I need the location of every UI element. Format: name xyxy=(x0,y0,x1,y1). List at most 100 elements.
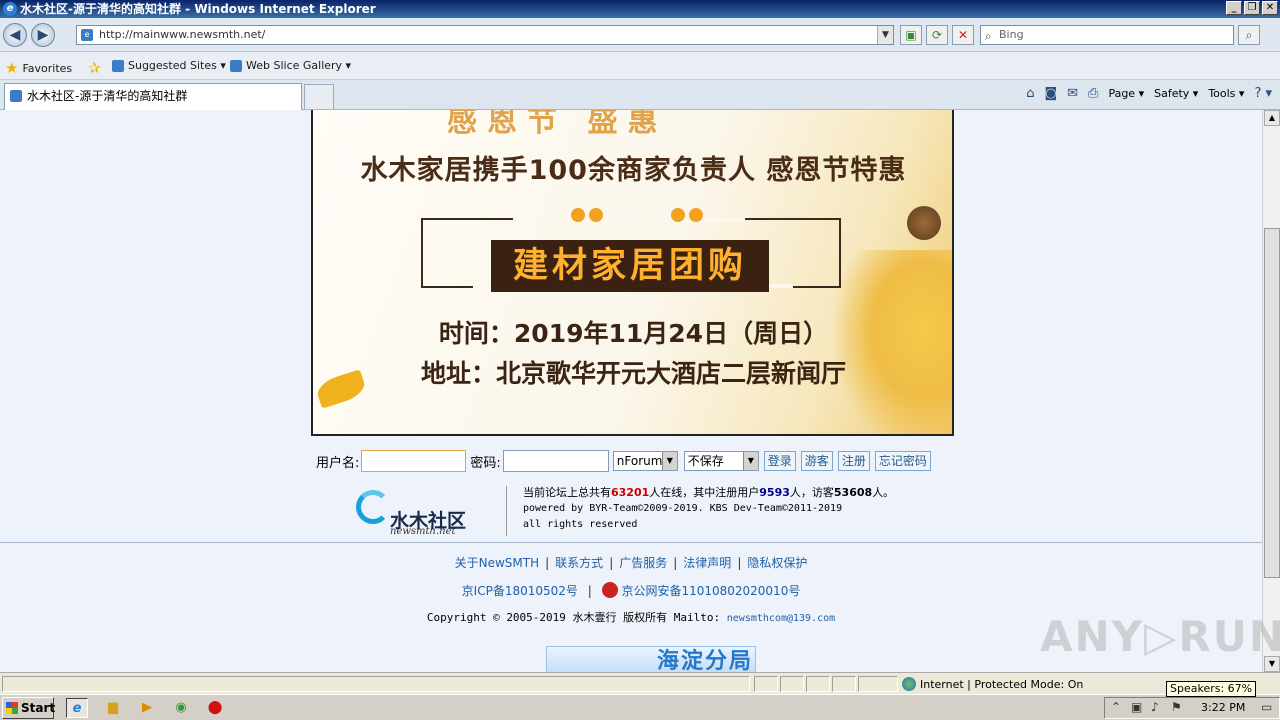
show-desktop-icon[interactable]: ▭ xyxy=(1261,700,1272,714)
explorer-folder-icon[interactable]: ▆ xyxy=(102,698,124,718)
minimize-button[interactable]: _ xyxy=(1226,1,1242,15)
search-go-icon[interactable]: ⌕ xyxy=(1238,25,1260,45)
footer-link-about[interactable]: 关于NewSMTH xyxy=(455,556,540,570)
username-input[interactable] xyxy=(361,450,467,472)
safety-menu[interactable]: Safety ▾ xyxy=(1154,87,1198,100)
login-button[interactable]: 登录 xyxy=(763,451,796,471)
feeds-icon[interactable]: ◙ xyxy=(1045,86,1058,101)
police-ad-banner[interactable]: 海淀分局 xyxy=(546,646,756,672)
mail-icon[interactable]: ✉ xyxy=(1067,86,1078,101)
banner-top-text: 感恩节 盛惠 xyxy=(447,110,668,139)
tab-label: 水木社区-源于清华的高知社群 xyxy=(27,89,188,103)
status-cell xyxy=(858,676,898,692)
address-bar[interactable]: e http://mainwww.newsmth.net/ ▼ xyxy=(76,25,894,45)
address-toolbar: ◀ ▶ e http://mainwww.newsmth.net/ ▼ ▣ ⟳ … xyxy=(0,18,1280,52)
internet-zone-icon xyxy=(902,677,916,691)
favorites-button[interactable]: ★ Favorites xyxy=(5,59,72,77)
tab-favicon-icon xyxy=(10,90,22,102)
add-favorite-icon[interactable]: ✰ xyxy=(88,59,101,77)
close-button[interactable]: ✕ xyxy=(1262,1,1278,15)
footer-link-contact[interactable]: 联系方式 xyxy=(555,556,603,570)
speaker-icon[interactable]: ♪ xyxy=(1151,700,1159,714)
stats-suffix: 人。 xyxy=(872,486,895,499)
save-select-value: 不保存 xyxy=(687,454,724,468)
scroll-thumb[interactable] xyxy=(1264,228,1280,578)
status-cell xyxy=(2,676,750,692)
stats-mid2: 人，访客 xyxy=(789,486,834,499)
command-bar: ⌂ ◙ ✉ ⎙ Page ▾ Safety ▾ Tools ▾ ? ▾ xyxy=(1026,86,1272,101)
footer-link-legal[interactable]: 法律声明 xyxy=(683,556,731,570)
address-dropdown-icon[interactable]: ▼ xyxy=(877,26,893,44)
ad-text: 海淀分局 xyxy=(657,649,754,672)
home-icon[interactable]: ⌂ xyxy=(1026,86,1034,101)
start-button[interactable]: Start xyxy=(2,697,55,719)
search-input[interactable]: ⌕ Bing xyxy=(980,25,1234,45)
stats-prefix: 当前论坛上总共有 xyxy=(523,486,611,499)
anyrun-watermark: ANY▷RUN xyxy=(1040,612,1280,661)
ie-taskbar-icon[interactable]: e xyxy=(66,698,88,718)
window-controls: _ ❐ ✕ xyxy=(1226,1,1278,15)
tools-menu[interactable]: Tools ▾ xyxy=(1208,87,1244,100)
forum-select-value: nForum xyxy=(616,454,663,468)
email-link[interactable]: newsmthcom@139.com xyxy=(727,613,835,624)
forward-button[interactable]: ▶ xyxy=(31,23,55,47)
guest-button[interactable]: 游客 xyxy=(800,451,833,471)
stats-mid: 人在线，其中注册用户 xyxy=(649,486,760,499)
security-zone[interactable]: Internet | Protected Mode: On xyxy=(902,677,1083,691)
window-title-bar: e 水木社区-源于清华的高知社群 - Windows Internet Expl… xyxy=(0,0,1280,18)
print-icon[interactable]: ⎙ xyxy=(1088,86,1098,101)
vertical-scrollbar[interactable]: ▲ ▼ xyxy=(1262,110,1280,672)
persimmon-icon xyxy=(589,208,603,222)
site-logo[interactable]: 水木社区 newsmth.net xyxy=(354,486,494,538)
icp-link[interactable]: 京ICP备18010502号 xyxy=(462,584,578,598)
divider xyxy=(506,486,507,536)
guest-count: 53608 xyxy=(833,486,873,499)
network-icon[interactable]: ▣ xyxy=(1131,700,1142,714)
web-slice-gallery-label: Web Slice Gallery ▾ xyxy=(246,59,352,72)
footer-registration: 京ICP备18010502号 | 京公网安备11010802020010号 xyxy=(0,582,1262,599)
stop-icon[interactable]: ✕ xyxy=(952,25,974,45)
opera-icon[interactable]: ⬤ xyxy=(204,698,226,718)
system-tray: ⌃ ▣ ♪ ⚑ 3:22 PM ▭ xyxy=(1104,697,1280,719)
separator: | xyxy=(587,584,592,598)
media-player-icon[interactable]: ▶ xyxy=(136,698,158,718)
suggested-sites-link[interactable]: Suggested Sites ▾ xyxy=(112,59,226,72)
tray-expand-icon[interactable]: ⌃ xyxy=(1111,700,1121,714)
scroll-up-icon[interactable]: ▲ xyxy=(1264,110,1280,126)
footer-link-privacy[interactable]: 隐私权保护 xyxy=(747,556,807,570)
footer-links: 关于NewSMTH | 联系方式 | 广告服务 | 法律声明 | 隐私权保护 xyxy=(0,554,1262,571)
footer-link-ads[interactable]: 广告服务 xyxy=(619,556,667,570)
password-input[interactable] xyxy=(502,450,609,472)
favorites-bar: ★ Favorites ✰ Suggested Sites ▾ Web Slic… xyxy=(0,52,1280,80)
powered-by: powered by BYR-Team©2009-2019. KBS Dev-T… xyxy=(523,503,843,514)
logo-domain: newsmth.net xyxy=(390,526,456,537)
save-login-select[interactable]: 不保存 ▼ xyxy=(683,451,759,471)
new-tab-button[interactable] xyxy=(304,84,334,109)
tab-newsmth[interactable]: 水木社区-源于清华的高知社群 xyxy=(4,83,302,110)
search-icon: ⌕ xyxy=(985,29,992,43)
restore-button[interactable]: ❐ xyxy=(1244,1,1260,15)
compatibility-view-icon[interactable]: ▣ xyxy=(900,25,922,45)
login-form: 用户名: 密码: nForum ▼ 不保存 ▼ 登录 游客 注册 忘记密码 xyxy=(316,450,931,472)
chrome-icon[interactable]: ◉ xyxy=(170,698,192,718)
forum-select[interactable]: nForum ▼ xyxy=(612,451,678,471)
police-link[interactable]: 京公网安备11010802020010号 xyxy=(621,584,800,598)
favorites-star-icon: ★ xyxy=(5,59,19,77)
url-text: http://mainwww.newsmth.net/ xyxy=(99,28,266,41)
back-button[interactable]: ◀ xyxy=(3,23,27,47)
register-button[interactable]: 注册 xyxy=(837,451,870,471)
status-cell xyxy=(806,676,830,692)
action-center-flag-icon[interactable]: ⚑ xyxy=(1171,700,1182,714)
promo-banner[interactable]: 感恩节 盛惠 水木家居携手100余商家负责人 感恩节特惠 建材家居团购 时间：2… xyxy=(311,110,954,436)
favorites-label: Favorites xyxy=(22,61,73,75)
page-menu[interactable]: Page ▾ xyxy=(1108,87,1144,100)
pinecone-icon xyxy=(907,206,941,240)
help-icon[interactable]: ? ▾ xyxy=(1254,86,1272,101)
web-slice-gallery-link[interactable]: Web Slice Gallery ▾ xyxy=(230,59,351,72)
clock[interactable]: 3:22 PM xyxy=(1201,701,1245,714)
footer-divider xyxy=(0,542,1262,543)
refresh-icon[interactable]: ⟳ xyxy=(926,25,948,45)
banner-time: 时间：2019年11月24日（周日） xyxy=(438,319,829,348)
forgot-password-button[interactable]: 忘记密码 xyxy=(874,451,931,471)
ie-logo-icon: e xyxy=(3,2,17,16)
